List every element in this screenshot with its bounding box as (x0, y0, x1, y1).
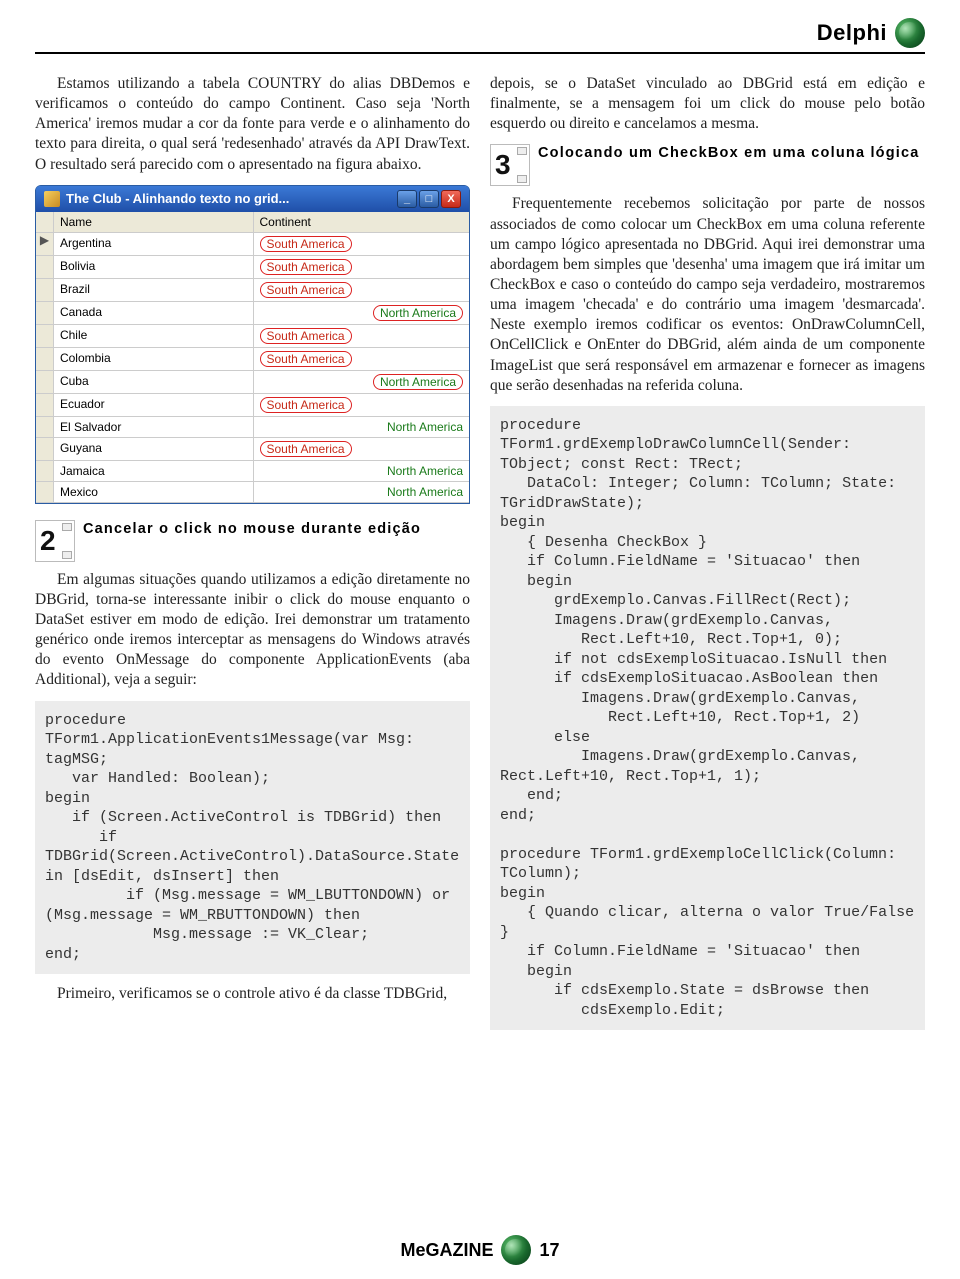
spinner-up-icon (62, 523, 72, 531)
table-row[interactable]: BoliviaSouth America (36, 256, 469, 279)
cell-name: Chile (54, 325, 254, 347)
cell-continent: South America (254, 279, 470, 301)
cell-continent: South America (254, 325, 470, 347)
grid-header-continent[interactable]: Continent (254, 212, 470, 232)
grid-body: Name Continent ▶ArgentinaSouth AmericaBo… (36, 212, 469, 503)
cell-name: Canada (54, 302, 254, 324)
maximize-button[interactable]: □ (419, 190, 439, 208)
app-icon (44, 191, 60, 207)
header-title: Delphi (817, 20, 887, 46)
step-number-box: 2 (35, 520, 75, 562)
footer-page: 17 (539, 1240, 559, 1261)
row-marker (36, 325, 54, 347)
step-number: 3 (495, 149, 511, 181)
step-3-title: Colocando um CheckBox em uma coluna lógi… (538, 144, 920, 164)
cell-continent: North America (254, 461, 470, 481)
cell-continent: South America (254, 394, 470, 416)
left-paragraph-3: Primeiro, verificamos se o controle ativ… (35, 984, 470, 1004)
cell-continent: North America (254, 302, 470, 324)
page-footer: MeGAZINE 17 (0, 1235, 960, 1265)
table-row[interactable]: ▶ArgentinaSouth America (36, 233, 469, 256)
table-row[interactable]: GuyanaSouth America (36, 438, 469, 461)
grid-header-name[interactable]: Name (54, 212, 254, 232)
footer-mag: MeGAZINE (400, 1240, 493, 1261)
example-window: The Club - Alinhando texto no grid... _ … (35, 185, 470, 504)
cell-continent: South America (254, 438, 470, 460)
minimize-button[interactable]: _ (397, 190, 417, 208)
row-marker (36, 482, 54, 502)
grid-header: Name Continent (36, 212, 469, 233)
cell-name: Cuba (54, 371, 254, 393)
window-titlebar: The Club - Alinhando texto no grid... _ … (36, 186, 469, 212)
table-row[interactable]: MexicoNorth America (36, 482, 469, 503)
step-2: 2 Cancelar o click no mouse durante ediç… (35, 520, 470, 562)
row-marker (36, 256, 54, 278)
code-block-2: procedure TForm1.grdExemploDrawColumnCel… (490, 406, 925, 1031)
left-paragraph-2: Em algumas situações quando utilizamos a… (35, 570, 470, 691)
row-marker (36, 461, 54, 481)
cell-name: Colombia (54, 348, 254, 370)
table-row[interactable]: BrazilSouth America (36, 279, 469, 302)
right-column: depois, se o DataSet vinculado ao DBGrid… (490, 74, 925, 1040)
columns-container: Estamos utilizando a tabela COUNTRY do a… (35, 74, 925, 1040)
step-number-box: 3 (490, 144, 530, 186)
cell-name: Guyana (54, 438, 254, 460)
left-paragraph-1: Estamos utilizando a tabela COUNTRY do a… (35, 74, 470, 175)
cell-continent: South America (254, 233, 470, 255)
right-paragraph-2: Frequentemente recebemos solicitação por… (490, 194, 925, 395)
cell-continent: South America (254, 256, 470, 278)
code-block-1: procedure TForm1.ApplicationEvents1Messa… (35, 701, 470, 975)
row-marker (36, 348, 54, 370)
cell-name: Bolivia (54, 256, 254, 278)
table-row[interactable]: EcuadorSouth America (36, 394, 469, 417)
step-2-title: Cancelar o click no mouse durante edição (83, 520, 421, 540)
window-title: The Club - Alinhando texto no grid... (66, 191, 289, 206)
page-header: Delphi (35, 18, 925, 54)
close-button[interactable]: X (441, 190, 461, 208)
spinner-down-icon (517, 175, 527, 183)
row-marker: ▶ (36, 233, 54, 255)
table-row[interactable]: CubaNorth America (36, 371, 469, 394)
spinner-down-icon (62, 551, 72, 559)
row-marker (36, 417, 54, 437)
step-3: 3 Colocando um CheckBox em uma coluna ló… (490, 144, 925, 186)
row-marker (36, 438, 54, 460)
cell-continent: South America (254, 348, 470, 370)
cell-name: Brazil (54, 279, 254, 301)
table-row[interactable]: ColombiaSouth America (36, 348, 469, 371)
cell-name: Ecuador (54, 394, 254, 416)
cell-name: Jamaica (54, 461, 254, 481)
cell-name: Mexico (54, 482, 254, 502)
row-marker (36, 279, 54, 301)
cell-continent: North America (254, 371, 470, 393)
table-row[interactable]: ChileSouth America (36, 325, 469, 348)
right-paragraph-1: depois, se o DataSet vinculado ao DBGrid… (490, 74, 925, 134)
table-row[interactable]: El SalvadorNorth America (36, 417, 469, 438)
left-column: Estamos utilizando a tabela COUNTRY do a… (35, 74, 470, 1040)
step-number: 2 (40, 525, 56, 557)
row-marker (36, 371, 54, 393)
cell-continent: North America (254, 482, 470, 502)
grid-header-marker (36, 212, 54, 232)
row-marker (36, 302, 54, 324)
globe-icon (895, 18, 925, 48)
row-marker (36, 394, 54, 416)
globe-icon (501, 1235, 531, 1265)
table-row[interactable]: JamaicaNorth America (36, 461, 469, 482)
cell-name: Argentina (54, 233, 254, 255)
cell-name: El Salvador (54, 417, 254, 437)
cell-continent: North America (254, 417, 470, 437)
table-row[interactable]: CanadaNorth America (36, 302, 469, 325)
spinner-up-icon (517, 147, 527, 155)
